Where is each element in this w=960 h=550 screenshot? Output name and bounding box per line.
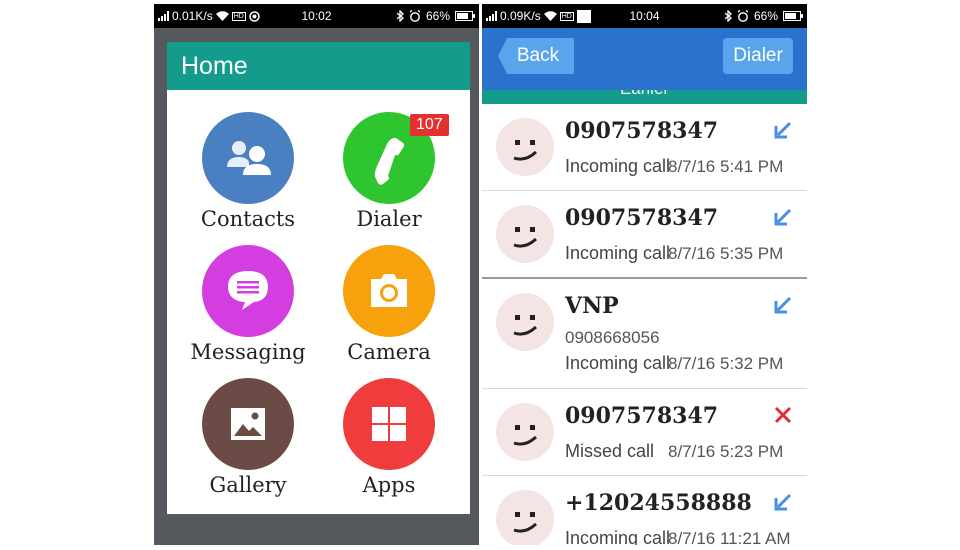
app-label: Dialer [356,207,422,231]
call-row[interactable]: VNP 0908668056 Incoming call 8/7/16 5:32… [482,279,807,389]
call-time: 8/7/16 5:32 PM [668,354,784,373]
status-bar: 0.09K/s HD 10:04 66% [482,4,807,28]
call-time: 8/7/16 5:23 PM [668,442,784,461]
avatar-smiley-icon [496,293,554,351]
alarm-icon [737,10,749,22]
caller-name: 0907578347 [565,118,719,144]
call-type: Missed call [565,441,655,461]
call-row[interactable]: 0907578347 Missed call 8/7/16 5:23 PM [482,389,807,476]
incoming-arrow-icon [774,208,792,226]
grid-icon[interactable] [343,378,435,470]
call-type: Incoming call [565,353,671,373]
app-label: Gallery [209,473,287,497]
call-row[interactable]: +12024558888 Incoming call 8/7/16 11:21 … [482,476,807,545]
call-type: Incoming call [565,156,671,176]
avatar-smiley-icon [496,205,554,263]
app-label: Camera [347,340,431,364]
battery-percent: 66% [753,9,778,23]
avatar-smiley-icon [496,490,554,545]
image-icon[interactable] [202,378,294,470]
app-tile-apps[interactable]: Apps [319,378,459,497]
section-label: Earlier [482,90,807,99]
app-label: Messaging [190,340,306,364]
app-label: Apps [362,473,416,497]
caller-number: 0908668056 [565,328,660,347]
battery-icon [783,11,803,21]
call-log-screen: 0.09K/s HD 10:04 66% Back Dialer Earlier… [482,4,807,545]
caller-name: 0907578347 [565,403,719,429]
battery-percent: 66% [425,9,450,23]
dialer-button[interactable]: Dialer [723,38,793,74]
contacts-icon[interactable] [202,112,294,204]
missed-call-icon [774,406,792,424]
section-header: Earlier [482,90,807,104]
app-tile-camera[interactable]: Camera [319,245,459,364]
bluetooth-icon [396,10,404,22]
call-type: Incoming call [565,528,671,545]
incoming-arrow-icon [774,121,792,139]
call-type: Incoming call [565,243,671,263]
battery-icon [455,11,475,21]
app-tile-messaging[interactable]: Messaging [178,245,318,364]
home-card: Home Contacts Dialer 107 Messaging Camer… [167,42,470,514]
incoming-arrow-icon [774,296,792,314]
missed-count-badge: 107 [410,114,449,136]
app-tile-contacts[interactable]: Contacts [178,112,318,231]
app-label: Contacts [200,207,296,231]
bluetooth-icon [724,10,732,22]
app-tile-gallery[interactable]: Gallery [178,378,318,497]
status-bar: 0.01K/s HD 10:02 66% [154,4,479,28]
caller-name: VNP [565,293,619,319]
avatar-smiley-icon [496,118,554,176]
call-time: 8/7/16 5:35 PM [668,244,784,263]
incoming-arrow-icon [774,493,792,511]
call-time: 8/7/16 5:41 PM [668,157,784,176]
avatar-smiley-icon [496,403,554,461]
caller-name: +12024558888 [565,490,752,516]
call-log-toolbar: Back Dialer [482,28,807,90]
caller-name: 0907578347 [565,205,719,231]
message-icon[interactable] [202,245,294,337]
back-button[interactable]: Back [498,38,574,74]
call-row[interactable]: 0907578347 Incoming call 8/7/16 5:41 PM [482,104,807,191]
alarm-icon [409,10,421,22]
camera-icon[interactable] [343,245,435,337]
home-title: Home [167,42,470,90]
home-screen: 0.01K/s HD 10:02 66% Home Contacts Diale… [154,4,479,545]
call-row[interactable]: 0907578347 Incoming call 8/7/16 5:35 PM [482,191,807,279]
call-time: 8/7/16 11:21 AM [668,529,791,545]
